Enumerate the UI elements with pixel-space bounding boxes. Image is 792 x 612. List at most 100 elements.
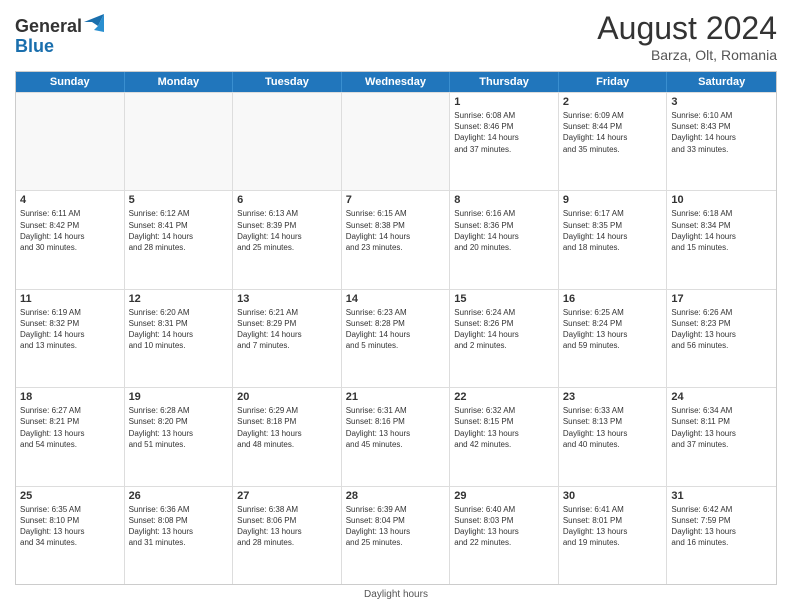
cell-sun-info: Sunrise: 6:29 AMSunset: 8:18 PMDaylight:… [237,405,337,450]
logo-bird-icon [84,14,104,38]
day-number: 26 [129,490,229,502]
calendar-cell: 18 Sunrise: 6:27 AMSunset: 8:21 PMDayligh… [16,388,125,485]
day-number: 13 [237,293,337,305]
location: Barza, Olt, Romania [597,47,777,63]
calendar-cell: 3 Sunrise: 6:10 AMSunset: 8:43 PMDaylight… [667,93,776,190]
day-number: 12 [129,293,229,305]
header-sunday: Sunday [16,72,125,92]
day-number: 6 [237,194,337,206]
cell-sun-info: Sunrise: 6:28 AMSunset: 8:20 PMDaylight:… [129,405,229,450]
cell-sun-info: Sunrise: 6:36 AMSunset: 8:08 PMDaylight:… [129,504,229,549]
day-number: 17 [671,293,772,305]
calendar-cell: 5 Sunrise: 6:12 AMSunset: 8:41 PMDaylight… [125,191,234,288]
logo-general: General [15,16,82,37]
footer-note: Daylight hours [15,585,777,602]
cell-sun-info: Sunrise: 6:38 AMSunset: 8:06 PMDaylight:… [237,504,337,549]
header-wednesday: Wednesday [342,72,451,92]
calendar-cell: 27Sunrise: 6:38 AMSunset: 8:06 PMDayligh… [233,487,342,584]
calendar-cell: 17Sunrise: 6:26 AMSunset: 8:23 PMDayligh… [667,290,776,387]
day-number: 18 [20,391,120,403]
calendar-header: Sunday Monday Tuesday Wednesday Thursday… [16,72,776,92]
calendar-row-4: 25 Sunrise: 6:35 AMSunset: 8:10 PMDayligh… [16,486,776,584]
calendar-cell: 19Sunrise: 6:28 AMSunset: 8:20 PMDayligh… [125,388,234,485]
title-block: August 2024 Barza, Olt, Romania [597,10,777,63]
day-number: 21 [346,391,446,403]
day-number: 10 [671,194,772,206]
day-number: 2 [563,96,663,108]
header-tuesday: Tuesday [233,72,342,92]
calendar-cell: 2 Sunrise: 6:09 AMSunset: 8:44 PMDaylight… [559,93,668,190]
calendar-cell: 30 Sunrise: 6:41 AMSunset: 8:01 PMDayligh… [559,487,668,584]
cell-sun-info: Sunrise: 6:31 AMSunset: 8:16 PMDaylight:… [346,405,446,450]
calendar-cell: 15Sunrise: 6:24 AMSunset: 8:26 PMDayligh… [450,290,559,387]
day-number: 20 [237,391,337,403]
calendar-cell: 29 Sunrise: 6:40 AMSunset: 8:03 PMDayligh… [450,487,559,584]
logo-blue: Blue [15,36,104,57]
cell-sun-info: Sunrise: 6:16 AMSunset: 8:36 PMDaylight:… [454,208,554,253]
cell-sun-info: Sunrise: 6:27 AMSunset: 8:21 PMDaylight:… [20,405,120,450]
calendar-cell [125,93,234,190]
calendar-cell: 7 Sunrise: 6:15 AMSunset: 8:38 PMDaylight… [342,191,451,288]
header-saturday: Saturday [667,72,776,92]
logo: General Blue [15,14,104,57]
calendar-cell: 14 Sunrise: 6:23 AMSunset: 8:28 PMDayligh… [342,290,451,387]
calendar-row-1: 4Sunrise: 6:11 AMSunset: 8:42 PMDaylight… [16,190,776,288]
header-monday: Monday [125,72,234,92]
cell-sun-info: Sunrise: 6:19 AMSunset: 8:32 PMDaylight:… [20,307,120,352]
cell-sun-info: Sunrise: 6:09 AMSunset: 8:44 PMDaylight:… [563,110,663,155]
header-friday: Friday [559,72,668,92]
cell-sun-info: Sunrise: 6:10 AMSunset: 8:43 PMDaylight:… [671,110,772,155]
cell-sun-info: Sunrise: 6:25 AMSunset: 8:24 PMDaylight:… [563,307,663,352]
calendar-cell: 31Sunrise: 6:42 AMSunset: 7:59 PMDayligh… [667,487,776,584]
calendar-cell: 22 Sunrise: 6:32 AMSunset: 8:15 PMDayligh… [450,388,559,485]
calendar-cell: 20 Sunrise: 6:29 AMSunset: 8:18 PMDayligh… [233,388,342,485]
day-number: 24 [671,391,772,403]
cell-sun-info: Sunrise: 6:32 AMSunset: 8:15 PMDaylight:… [454,405,554,450]
calendar-cell: 24 Sunrise: 6:34 AMSunset: 8:11 PMDayligh… [667,388,776,485]
cell-sun-info: Sunrise: 6:41 AMSunset: 8:01 PMDaylight:… [563,504,663,549]
calendar-cell: 8 Sunrise: 6:16 AMSunset: 8:36 PMDaylight… [450,191,559,288]
day-number: 3 [671,96,772,108]
calendar-cell: 4Sunrise: 6:11 AMSunset: 8:42 PMDaylight… [16,191,125,288]
cell-sun-info: Sunrise: 6:13 AMSunset: 8:39 PMDaylight:… [237,208,337,253]
day-number: 25 [20,490,120,502]
calendar-row-0: 1Sunrise: 6:08 AMSunset: 8:46 PMDaylight… [16,92,776,190]
cell-sun-info: Sunrise: 6:35 AMSunset: 8:10 PMDaylight:… [20,504,120,549]
day-number: 29 [454,490,554,502]
calendar-cell: 6 Sunrise: 6:13 AMSunset: 8:39 PMDaylight… [233,191,342,288]
day-number: 14 [346,293,446,305]
calendar-cell: 16Sunrise: 6:25 AMSunset: 8:24 PMDayligh… [559,290,668,387]
calendar-cell: 9Sunrise: 6:17 AMSunset: 8:35 PMDaylight… [559,191,668,288]
calendar-cell [233,93,342,190]
calendar-cell: 23 Sunrise: 6:33 AMSunset: 8:13 PMDayligh… [559,388,668,485]
day-number: 5 [129,194,229,206]
header: General Blue August 2024 Barza, Olt, Rom… [15,10,777,63]
day-number: 23 [563,391,663,403]
calendar-cell: 21 Sunrise: 6:31 AMSunset: 8:16 PMDayligh… [342,388,451,485]
calendar-row-2: 11Sunrise: 6:19 AMSunset: 8:32 PMDayligh… [16,289,776,387]
cell-sun-info: Sunrise: 6:15 AMSunset: 8:38 PMDaylight:… [346,208,446,253]
cell-sun-info: Sunrise: 6:33 AMSunset: 8:13 PMDaylight:… [563,405,663,450]
cell-sun-info: Sunrise: 6:40 AMSunset: 8:03 PMDaylight:… [454,504,554,549]
cell-sun-info: Sunrise: 6:23 AMSunset: 8:28 PMDaylight:… [346,307,446,352]
day-number: 30 [563,490,663,502]
day-number: 28 [346,490,446,502]
cell-sun-info: Sunrise: 6:34 AMSunset: 8:11 PMDaylight:… [671,405,772,450]
calendar: Sunday Monday Tuesday Wednesday Thursday… [15,71,777,585]
calendar-cell [16,93,125,190]
calendar-body: 1Sunrise: 6:08 AMSunset: 8:46 PMDaylight… [16,92,776,584]
day-number: 22 [454,391,554,403]
page-container: General Blue August 2024 Barza, Olt, Rom… [0,0,792,612]
day-number: 8 [454,194,554,206]
calendar-cell: 28Sunrise: 6:39 AMSunset: 8:04 PMDayligh… [342,487,451,584]
cell-sun-info: Sunrise: 6:11 AMSunset: 8:42 PMDaylight:… [20,208,120,253]
cell-sun-info: Sunrise: 6:12 AMSunset: 8:41 PMDaylight:… [129,208,229,253]
cell-sun-info: Sunrise: 6:17 AMSunset: 8:35 PMDaylight:… [563,208,663,253]
cell-sun-info: Sunrise: 6:20 AMSunset: 8:31 PMDaylight:… [129,307,229,352]
day-number: 15 [454,293,554,305]
cell-sun-info: Sunrise: 6:21 AMSunset: 8:29 PMDaylight:… [237,307,337,352]
calendar-cell: 10Sunrise: 6:18 AMSunset: 8:34 PMDayligh… [667,191,776,288]
calendar-cell: 11Sunrise: 6:19 AMSunset: 8:32 PMDayligh… [16,290,125,387]
day-number: 7 [346,194,446,206]
day-number: 1 [454,96,554,108]
